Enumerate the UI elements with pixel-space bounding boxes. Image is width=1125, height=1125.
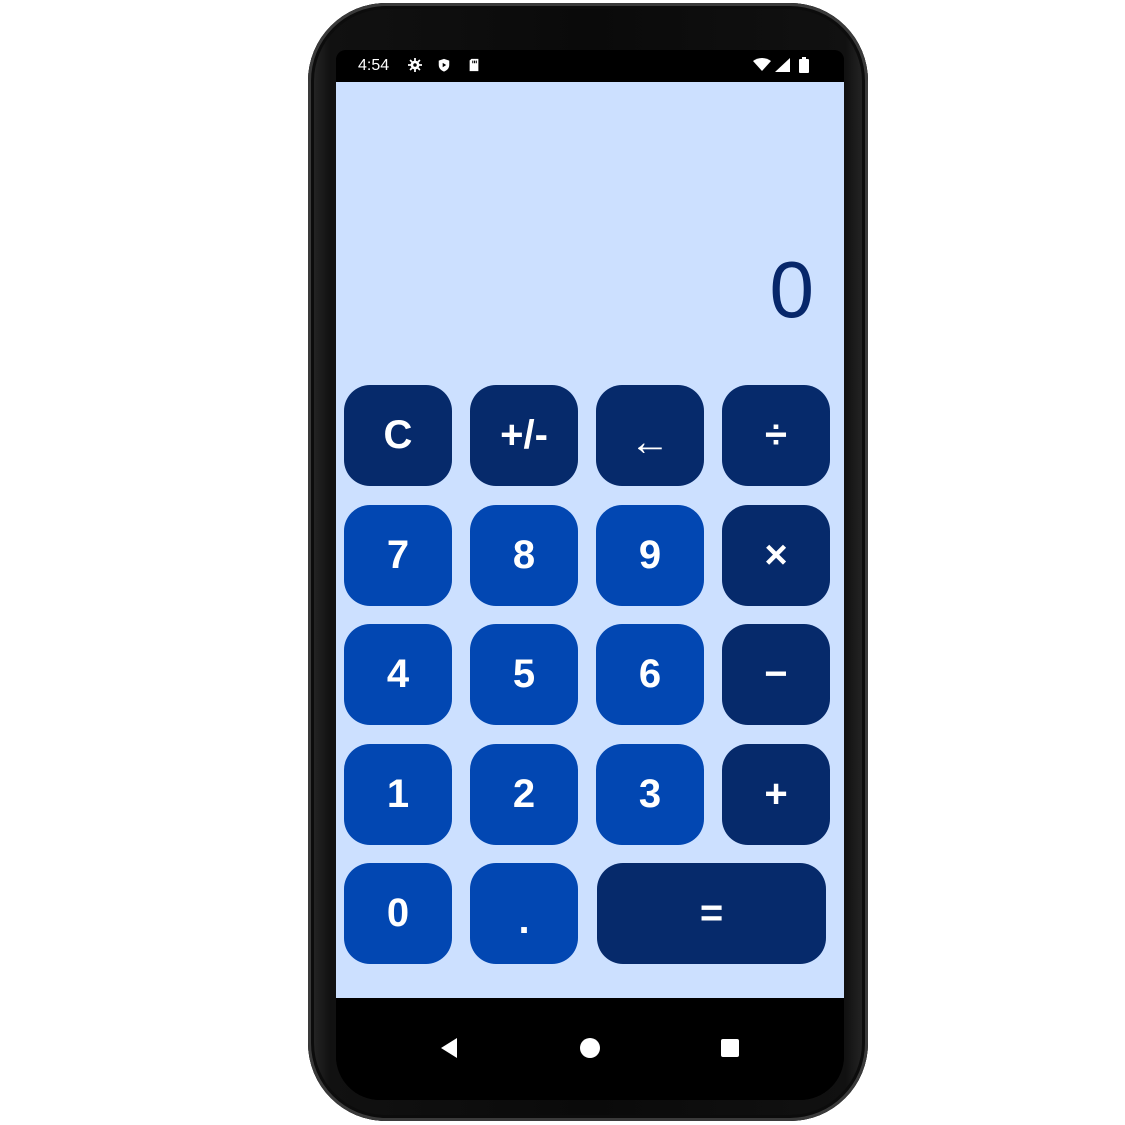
backspace-button[interactable]: ←: [596, 385, 704, 486]
add-button[interactable]: +: [722, 744, 830, 845]
decimal-button[interactable]: .: [470, 863, 578, 964]
key-label: 7: [386, 533, 410, 577]
home-icon[interactable]: [576, 1034, 604, 1062]
key-label: +: [764, 772, 788, 816]
digit-1-button[interactable]: 1: [344, 744, 452, 845]
key-label: ÷: [765, 413, 787, 457]
key-label: ×: [764, 533, 788, 577]
battery-icon: [799, 57, 809, 73]
digit-2-button[interactable]: 2: [470, 744, 578, 845]
digit-6-button[interactable]: 6: [596, 624, 704, 725]
calculator-app: 0 C +/- ← ÷ 7 8 9 × 4 5 6 − 1 2 3 + 0 . …: [336, 82, 844, 998]
back-icon[interactable]: [435, 1034, 463, 1062]
shield-icon: [438, 58, 450, 72]
key-label: 0: [386, 891, 410, 935]
digit-9-button[interactable]: 9: [596, 505, 704, 606]
clear-button[interactable]: C: [344, 385, 452, 486]
digit-3-button[interactable]: 3: [596, 744, 704, 845]
recents-icon[interactable]: [716, 1034, 744, 1062]
key-label: =: [699, 891, 724, 935]
key-label: −: [764, 652, 788, 696]
multiply-button[interactable]: ×: [722, 505, 830, 606]
navigation-bar: [336, 998, 844, 1100]
sign-toggle-button[interactable]: +/-: [470, 385, 578, 486]
wifi-icon: [753, 58, 771, 71]
subtract-button[interactable]: −: [722, 624, 830, 725]
status-bar: 4:54: [336, 50, 844, 82]
key-label: 3: [638, 772, 662, 816]
key-label: 9: [638, 533, 662, 577]
digit-4-button[interactable]: 4: [344, 624, 452, 725]
divide-button[interactable]: ÷: [722, 385, 830, 486]
key-label: +/-: [500, 413, 548, 457]
gear-icon: [408, 58, 422, 72]
equals-button[interactable]: =: [597, 863, 826, 964]
sd-card-icon: [469, 58, 479, 72]
digit-7-button[interactable]: 7: [344, 505, 452, 606]
key-label: 8: [512, 533, 536, 577]
key-label: 6: [638, 652, 662, 696]
digit-5-button[interactable]: 5: [470, 624, 578, 725]
key-label: .: [518, 898, 530, 942]
digit-0-button[interactable]: 0: [344, 863, 452, 964]
key-label: 5: [512, 652, 536, 696]
result-display: 0: [769, 245, 815, 334]
status-time: 4:54: [358, 57, 390, 74]
key-label: 1: [386, 772, 410, 816]
digit-8-button[interactable]: 8: [470, 505, 578, 606]
device-screen: 4:54 0 C +/- ← ÷ 7 8 9 × 4 5 6 − 1 2 3 +…: [336, 50, 844, 1100]
key-label: ←: [630, 420, 670, 464]
key-label: 4: [386, 652, 410, 696]
key-label: C: [383, 413, 413, 457]
signal-icon: [775, 58, 790, 72]
key-label: 2: [512, 772, 536, 816]
